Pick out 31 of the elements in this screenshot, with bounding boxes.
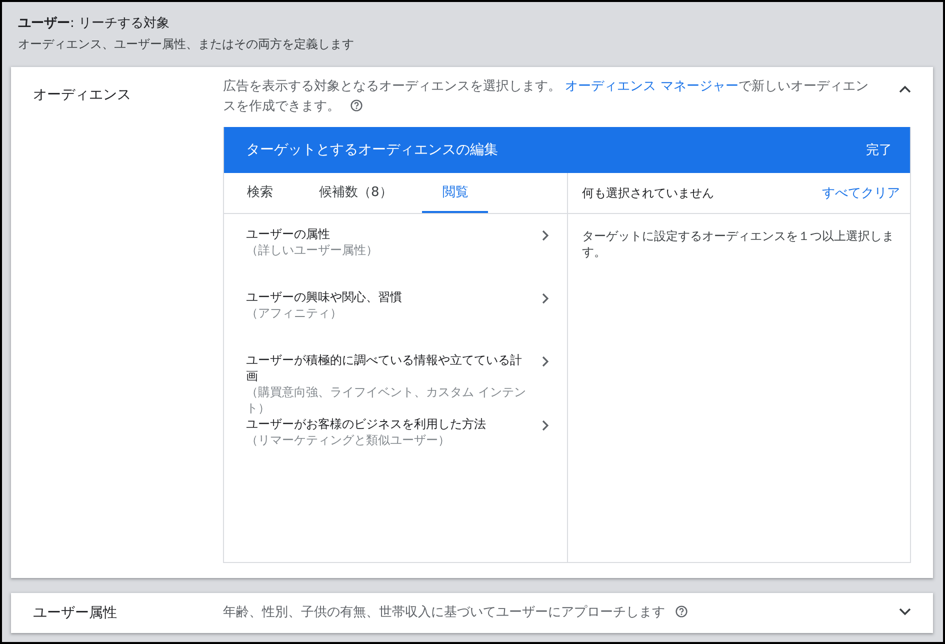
tab[interactable]: 候補数（8） — [303, 173, 408, 213]
category-subtitle: （詳しいユーザー属性） — [246, 242, 379, 258]
category-subtitle: （購買意向強、ライフイベント、カスタム インテント） — [246, 384, 527, 416]
tab[interactable]: 検索 — [231, 173, 289, 213]
category-subtitle: （アフィニティ） — [246, 305, 343, 321]
chevron-right-icon[interactable] — [542, 356, 549, 367]
help-icon[interactable] — [350, 99, 363, 112]
audience-manager-link[interactable]: オーディエンス マネージャー — [565, 79, 738, 94]
category-title[interactable]: ユーザーの興味や関心、習慣 — [246, 289, 530, 305]
clear-all-link[interactable]: すべてクリア — [822, 184, 900, 202]
section-description: 年齢、性別、子供の有無、世帯収入に基づいてユーザーにアプローチします — [223, 603, 899, 623]
tab[interactable]: 閲覧 — [422, 173, 488, 213]
editor-title: ターゲットとするオーディエンスの編集 — [246, 141, 498, 159]
page-title: ユーザー: リーチする対象 — [18, 15, 171, 33]
chevron-right-icon[interactable] — [542, 293, 549, 304]
chevron-down-icon[interactable] — [899, 608, 911, 616]
chevron-up-icon[interactable] — [899, 85, 911, 93]
chevron-right-icon[interactable] — [542, 230, 549, 241]
section-description: 広告を表示する対象となるオーディエンスを選択します。 オーディエンス マネージャーで新しいオーディエンスを作成できます。 — [223, 78, 870, 116]
selection-status: 何も選択されていません — [582, 184, 714, 202]
section-label: オーディエンス — [33, 86, 132, 105]
category-subtitle: （リマーケティングと類似ユーザー） — [246, 432, 451, 448]
chevron-right-icon[interactable] — [542, 420, 549, 431]
section-label: ユーザー属性 — [33, 604, 118, 623]
help-icon[interactable] — [675, 605, 688, 618]
page-subtitle: オーディエンス、ユーザー属性、またはその両方を定義します — [18, 36, 355, 53]
category-title[interactable]: ユーザーがお客様のビジネスを利用した方法 — [246, 416, 530, 432]
category-title[interactable]: ユーザーが積極的に調べている情報や立てている計画 — [246, 352, 530, 384]
selection-hint: ターゲットに設定するオーディエンスを１つ以上選択します。 — [581, 228, 895, 261]
done-button[interactable]: 完了 — [866, 137, 892, 163]
category-title[interactable]: ユーザーの属性 — [246, 226, 530, 242]
